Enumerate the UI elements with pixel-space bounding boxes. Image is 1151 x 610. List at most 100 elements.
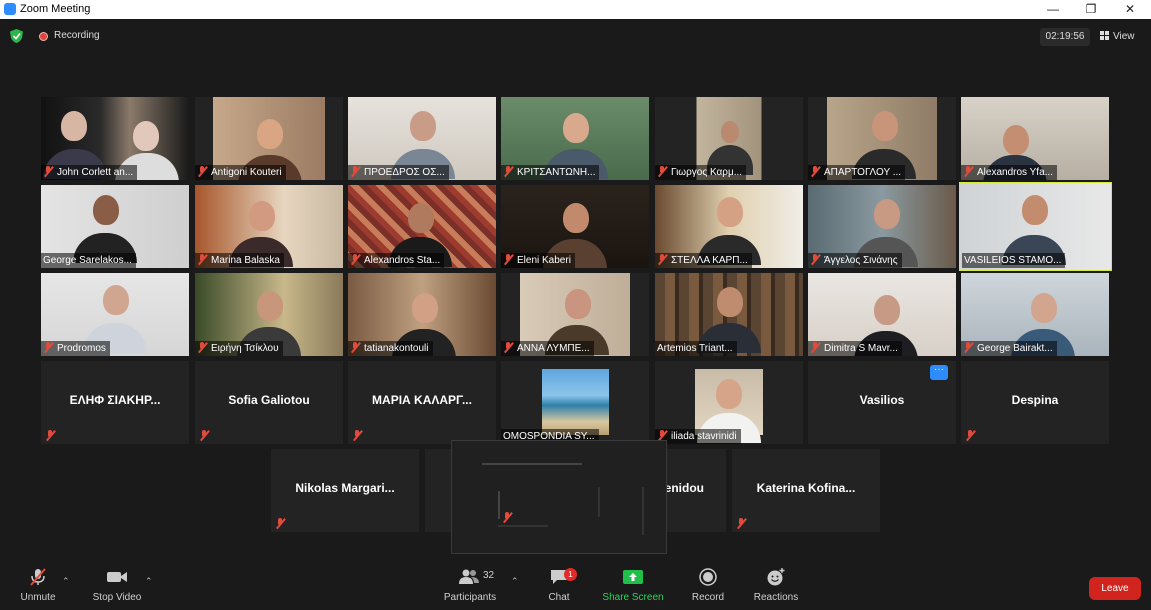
participant-tile[interactable]: ΑΝΝΑ ΛΥΜΠΕ... bbox=[501, 273, 649, 356]
participant-tile[interactable]: Alexandros Yfa... bbox=[961, 97, 1109, 180]
participant-name: tatianakontouli bbox=[364, 343, 429, 354]
popup-divider bbox=[498, 491, 500, 519]
participant-name: Katerina Kofina... bbox=[756, 481, 856, 495]
participant-tile[interactable]: ΣΤΕΛΛΑ ΚΑΡΠ... bbox=[655, 185, 803, 268]
microphone-muted-icon bbox=[199, 430, 210, 441]
shield-icon[interactable] bbox=[10, 29, 23, 43]
participant-tile[interactable]: ΠΡΟΕΔΡΟΣ ΟΣ... bbox=[348, 97, 496, 180]
participant-tile[interactable]: ΕΛΗΦ ΣΙΑΚΗΡ... bbox=[41, 361, 189, 444]
participant-tile-active-speaker[interactable]: VASILEIOS STAMO... bbox=[959, 182, 1112, 271]
participant-tile[interactable]: ··· Vasilios bbox=[808, 361, 956, 444]
participant-tile[interactable]: tatianakontouli bbox=[348, 273, 496, 356]
participant-tile[interactable]: Katerina Kofina... bbox=[732, 449, 880, 532]
record-label: Record bbox=[691, 592, 725, 603]
microphone-muted-icon bbox=[43, 166, 54, 177]
minimize-icon[interactable]: — bbox=[1043, 1, 1063, 17]
microphone-muted-icon bbox=[963, 166, 974, 177]
participant-name: ΕΛΗΦ ΣΙΑΚΗΡ... bbox=[69, 393, 161, 407]
microphone-muted-icon bbox=[503, 254, 514, 265]
microphone-muted-icon bbox=[350, 254, 361, 265]
participant-name: Vasilios bbox=[859, 393, 905, 407]
participant-tile[interactable]: Γιωργος Καρμ... bbox=[655, 97, 803, 180]
participant-name: Dimitra S Mavr... bbox=[824, 343, 898, 354]
meeting-toolbar: Unmute ⌃ Stop Video ⌃ 32 Participants ⌃ … bbox=[0, 562, 1151, 610]
microphone-muted-icon bbox=[503, 166, 514, 177]
stop-video-button[interactable]: Stop Video bbox=[90, 568, 144, 603]
participant-tile[interactable]: ΜΑΡΙΑ ΚΑΛΑΡΓ... bbox=[348, 361, 496, 444]
unmute-label: Unmute bbox=[20, 592, 56, 603]
participant-tile[interactable]: Alexandros Sta... bbox=[348, 185, 496, 268]
participant-tile[interactable]: Despina bbox=[961, 361, 1109, 444]
participant-name: George Sarelakos... bbox=[43, 255, 132, 266]
reactions-button[interactable]: Reactions bbox=[750, 568, 802, 603]
participants-options-caret[interactable]: ⌃ bbox=[511, 576, 519, 587]
participants-label: Participants bbox=[443, 592, 497, 603]
participant-tile[interactable]: Άγγελος Σινάνης bbox=[808, 185, 956, 268]
popup-divider bbox=[642, 487, 644, 535]
participant-name: ΑΝΝΑ ΛΥΜΠΕ... bbox=[517, 343, 590, 354]
microphone-muted-icon bbox=[197, 254, 208, 265]
participant-tile[interactable]: Ειρήνη Τσίκλου bbox=[195, 273, 343, 356]
reactions-label: Reactions bbox=[753, 592, 799, 603]
view-label: View bbox=[1113, 31, 1135, 42]
chat-unread-badge: 1 bbox=[564, 568, 577, 581]
popup-divider bbox=[482, 463, 582, 465]
participant-tile[interactable]: George Sarelakos... bbox=[41, 185, 189, 268]
more-options-button[interactable]: ··· bbox=[930, 365, 948, 380]
hover-popup bbox=[451, 440, 667, 554]
view-button[interactable]: View bbox=[1100, 28, 1142, 46]
meeting-topbar: Recording 02:19:56 View bbox=[0, 19, 1151, 57]
participant-tile[interactable]: Marina Balaska bbox=[195, 185, 343, 268]
microphone-muted-icon bbox=[810, 254, 821, 265]
microphone-muted-icon bbox=[810, 342, 821, 353]
record-icon bbox=[699, 568, 717, 586]
microphone-muted-icon bbox=[45, 430, 56, 441]
participants-button[interactable]: 32 Participants bbox=[440, 568, 500, 603]
participant-tile[interactable]: iliada stavrinidi bbox=[655, 361, 803, 444]
unmute-button[interactable]: Unmute bbox=[18, 568, 58, 603]
participant-name: Despina bbox=[1011, 393, 1059, 407]
participant-tile[interactable]: Prodromos bbox=[41, 273, 189, 356]
window-titlebar: Zoom Meeting — ❐ ✕ bbox=[0, 0, 1151, 19]
microphone-muted-icon bbox=[657, 166, 668, 177]
participants-icon bbox=[459, 569, 479, 584]
recording-icon bbox=[39, 32, 48, 41]
participant-tile[interactable]: Eleni Kaberi bbox=[501, 185, 649, 268]
recording-label[interactable]: Recording bbox=[54, 30, 100, 41]
participant-name: Artemios Triant... bbox=[657, 343, 733, 354]
share-screen-button[interactable]: Share Screen bbox=[600, 568, 666, 603]
leave-button[interactable]: Leave bbox=[1089, 577, 1141, 600]
record-button[interactable]: Record bbox=[688, 568, 728, 603]
participant-tile[interactable]: Artemios Triant... bbox=[655, 273, 803, 356]
participant-name: Alexandros Sta... bbox=[364, 255, 441, 266]
participant-tile[interactable]: OMOSPONDIA SY... bbox=[501, 361, 649, 444]
microphone-muted-icon bbox=[350, 166, 361, 177]
participant-name: Άγγελος Σινάνης bbox=[824, 255, 898, 266]
participant-tile[interactable]: John Corlett an... bbox=[41, 97, 189, 180]
participant-name: Alexandros Yfa... bbox=[977, 167, 1053, 178]
participant-tile[interactable]: George Bairakt... bbox=[961, 273, 1109, 356]
share-screen-icon bbox=[623, 570, 643, 584]
participant-tile[interactable]: ΑΠΑΡΤΟΓΛΟΥ ... bbox=[808, 97, 956, 180]
participant-name: ΣΤΕΛΛΑ ΚΑΡΠ... bbox=[671, 255, 748, 266]
microphone-muted-icon bbox=[963, 342, 974, 353]
participant-tile[interactable]: Antigoni Kouteri bbox=[195, 97, 343, 180]
participant-tile[interactable]: Sofia Galiotou bbox=[195, 361, 343, 444]
meeting-timer: 02:19:56 bbox=[1040, 28, 1090, 46]
microphone-muted-icon bbox=[350, 342, 361, 353]
restore-icon[interactable]: ❐ bbox=[1081, 1, 1101, 17]
audio-options-caret[interactable]: ⌃ bbox=[62, 576, 70, 587]
participant-name: Eleni Kaberi bbox=[517, 255, 571, 266]
microphone-muted-icon bbox=[810, 166, 821, 177]
microphone-muted-icon bbox=[197, 166, 208, 177]
participant-name: Prodromos bbox=[57, 343, 106, 354]
window-title: Zoom Meeting bbox=[20, 3, 91, 15]
video-options-caret[interactable]: ⌃ bbox=[145, 576, 153, 587]
participant-tile[interactable]: ΚΡΙΤΣΑΝΤΩΝΗ... bbox=[501, 97, 649, 180]
participant-name: John Corlett an... bbox=[57, 167, 134, 178]
close-icon[interactable]: ✕ bbox=[1120, 1, 1140, 17]
participant-tile[interactable]: Dimitra S Mavr... bbox=[808, 273, 956, 356]
participant-name: Γιωργος Καρμ... bbox=[671, 167, 743, 178]
participant-tile[interactable]: Nikolas Margari... bbox=[271, 449, 419, 532]
camera-icon bbox=[107, 572, 127, 582]
